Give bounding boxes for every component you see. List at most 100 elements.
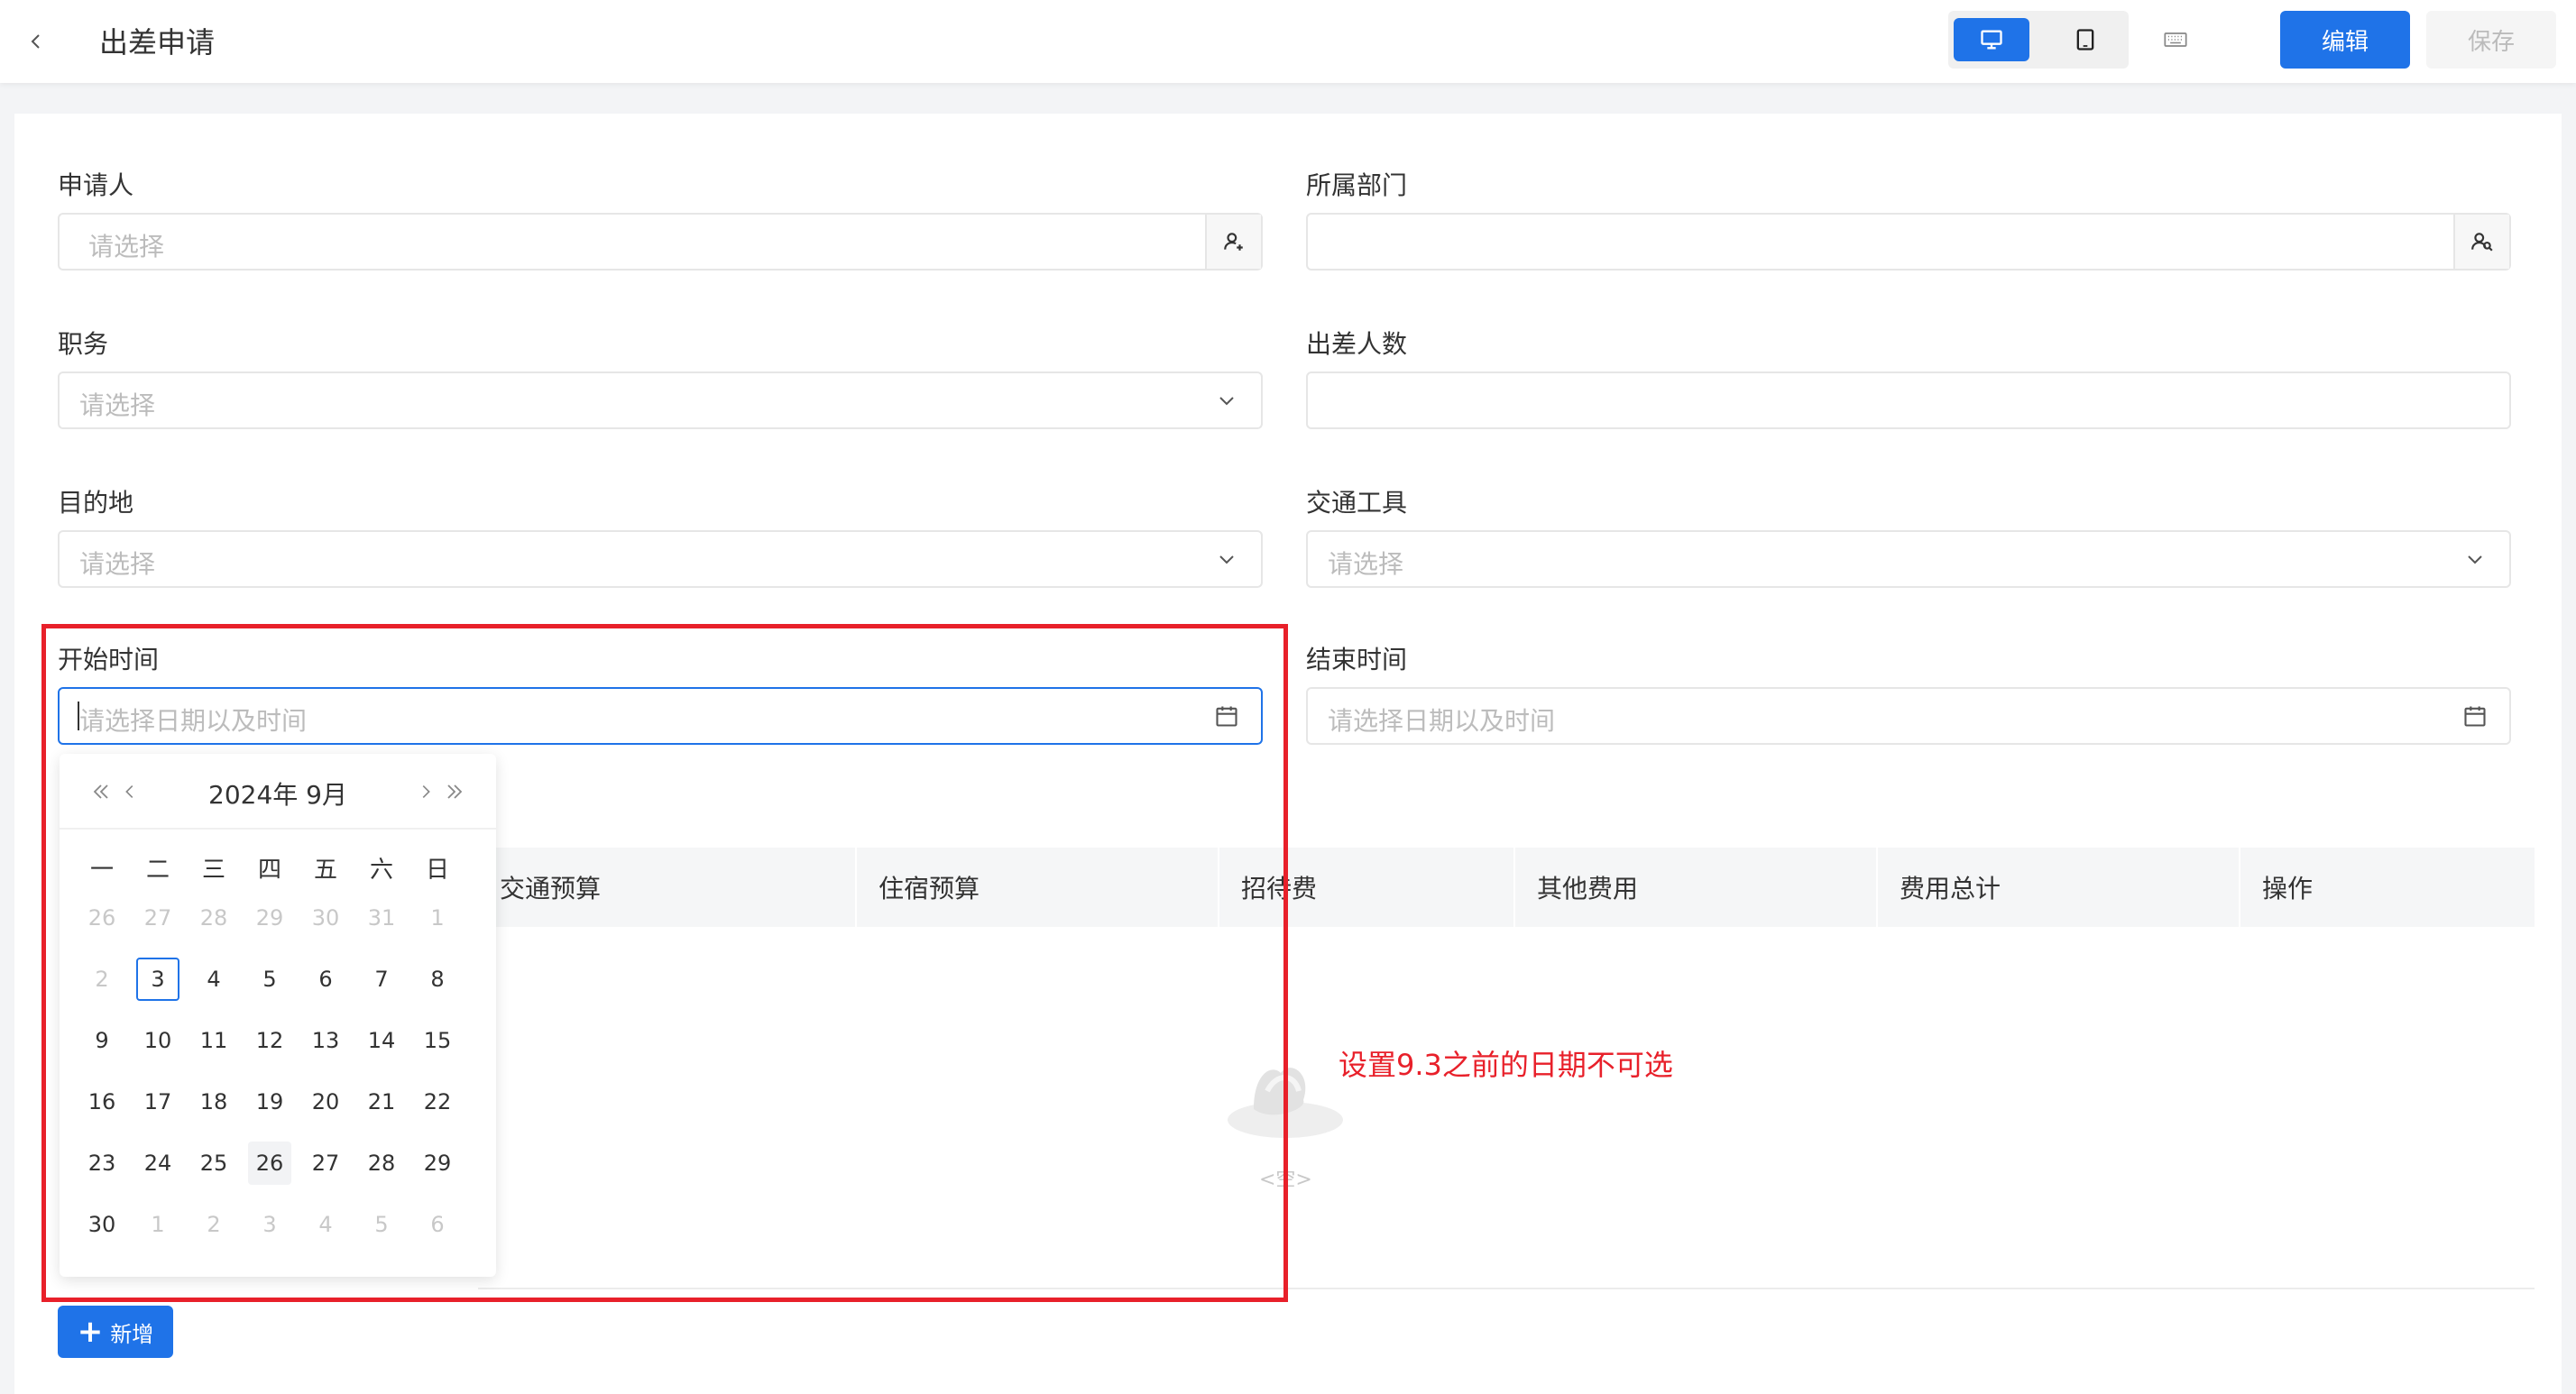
calendar-day[interactable]: 28	[360, 1142, 403, 1185]
calendar-day[interactable]: 17	[136, 1080, 179, 1123]
next-year-button[interactable]	[440, 777, 469, 806]
calendar-day[interactable]: 7	[360, 958, 403, 1001]
calendar-day-disabled: 26	[87, 905, 116, 931]
calendar-day[interactable]: 11	[192, 1019, 235, 1062]
applicant-placeholder: 请选择	[88, 232, 165, 261]
applicant-label: 申请人	[58, 170, 134, 200]
desktop-view-button[interactable]	[1954, 18, 2029, 61]
calendar-day[interactable]: 25	[192, 1142, 235, 1185]
column-header: 住宿预算	[857, 848, 1219, 927]
chevron-left-icon	[31, 34, 40, 49]
calendar-day[interactable]: 20	[304, 1080, 347, 1123]
transport-label: 交通工具	[1306, 488, 1408, 518]
calendar-day[interactable]: 29	[416, 1142, 459, 1185]
calendar-day-disabled: 2	[95, 967, 109, 992]
calendar-day[interactable]: 30	[80, 1203, 124, 1246]
tablet-view-button[interactable]	[2047, 18, 2123, 61]
calendar-weekday: 六	[369, 857, 393, 884]
destination-placeholder: 请选择	[79, 549, 156, 579]
department-field[interactable]	[1306, 213, 2511, 271]
calendar-day[interactable]: 12	[248, 1019, 291, 1062]
calendar-weekday: 日	[425, 857, 449, 884]
position-placeholder: 请选择	[79, 390, 156, 420]
calendar-day[interactable]: 18	[192, 1080, 235, 1123]
end-time-label: 结束时间	[1306, 645, 1408, 674]
page-title: 出差申请	[99, 25, 216, 60]
chevron-down-icon	[1214, 388, 1239, 413]
keyboard-icon	[2164, 32, 2187, 47]
calendar-weekday: 二	[145, 857, 170, 884]
calendar-day[interactable]: 14	[360, 1019, 403, 1062]
transport-placeholder: 请选择	[1328, 549, 1404, 579]
select-user-button[interactable]	[1205, 215, 1261, 269]
calendar-day-disabled: 27	[143, 905, 172, 931]
calendar-day[interactable]: 19	[248, 1080, 291, 1123]
calendar-day[interactable]: 6	[304, 958, 347, 1001]
users-icon	[2471, 233, 2493, 252]
destination-select[interactable]: 请选择	[58, 530, 1263, 588]
empty-box-icon	[1228, 1068, 1343, 1138]
calendar-day[interactable]: 10	[136, 1019, 179, 1062]
next-month-button[interactable]	[411, 777, 440, 806]
start-time-placeholder: 请选择日期以及时间	[79, 706, 308, 736]
start-time-label: 开始时间	[58, 645, 160, 674]
calendar-day-disabled: 6	[430, 1212, 445, 1237]
back-button[interactable]	[18, 23, 54, 60]
chevron-right-icon	[422, 784, 430, 799]
double-chevron-right-icon	[447, 784, 463, 799]
column-header: 费用总计	[1878, 848, 2240, 927]
column-header: 交通预算	[478, 848, 857, 927]
department-label: 所属部门	[1306, 170, 1408, 200]
calendar-day[interactable]: 27	[304, 1142, 347, 1185]
position-select[interactable]: 请选择	[58, 371, 1263, 429]
calendar-day[interactable]: 13	[304, 1019, 347, 1062]
add-row-button[interactable]: + 新增	[58, 1306, 173, 1358]
end-time-placeholder: 请选择日期以及时间	[1328, 706, 1556, 736]
calendar-day[interactable]: 15	[416, 1019, 459, 1062]
calendar-day[interactable]: 21	[360, 1080, 403, 1123]
table-bottom-divider	[478, 1288, 2535, 1289]
calendar-day[interactable]: 24	[136, 1142, 179, 1185]
plus-icon: +	[77, 1314, 104, 1350]
calendar-day-disabled: 1	[151, 1212, 165, 1237]
column-header: 操作	[2262, 874, 2314, 903]
save-button[interactable]: 保存	[2426, 11, 2556, 69]
calendar-day[interactable]: 22	[416, 1080, 459, 1123]
device-switcher	[1948, 11, 2129, 69]
calendar-day[interactable]: 5	[248, 958, 291, 1001]
add-row-label: 新增	[110, 1321, 154, 1347]
calendar-day-disabled: 30	[311, 905, 340, 931]
end-time-picker[interactable]: 请选择日期以及时间	[1306, 687, 2511, 745]
calendar-day-disabled: 29	[255, 905, 284, 931]
calendar-day[interactable]: 26	[248, 1142, 291, 1185]
date-picker-dropdown: 2024年 9月 一二三四五六日 26 27 28 29 30 31 1 2 3 4 5 6 7 8 9 10 1…	[60, 754, 496, 1277]
keyboard-view-button[interactable]	[2138, 18, 2213, 61]
tablet-icon	[2076, 29, 2094, 50]
calendar-weekday: 四	[257, 857, 281, 884]
calendar-day[interactable]: 16	[80, 1080, 124, 1123]
select-department-button[interactable]	[2453, 215, 2509, 269]
calendar-day[interactable]: 3	[136, 958, 179, 1001]
calendar-weekday: 五	[313, 857, 337, 884]
column-header: 招待费	[1219, 848, 1515, 927]
calendar-header: 2024年 9月	[60, 754, 496, 830]
edit-button[interactable]: 编辑	[2280, 11, 2410, 69]
empty-text: <空>	[1259, 1169, 1312, 1191]
applicant-field[interactable]: 请选择	[58, 213, 1263, 271]
position-label: 职务	[58, 329, 109, 359]
destination-label: 目的地	[58, 488, 134, 518]
calendar-icon	[2462, 703, 2488, 729]
headcount-field[interactable]	[1306, 371, 2511, 429]
calendar-day[interactable]: 8	[416, 958, 459, 1001]
calendar-day[interactable]: 23	[80, 1142, 124, 1185]
monitor-icon	[1981, 30, 2002, 50]
transport-select[interactable]: 请选择	[1306, 530, 2511, 588]
calendar-day[interactable]: 9	[80, 1019, 124, 1062]
chevron-down-icon	[2462, 546, 2488, 572]
calendar-day-disabled: 31	[367, 905, 396, 931]
calendar-day-disabled: 1	[430, 905, 445, 931]
annotation-text: 设置9.3之前的日期不可选	[1339, 1048, 1673, 1082]
start-time-picker[interactable]: 请选择日期以及时间	[58, 687, 1263, 745]
calendar-day[interactable]: 4	[192, 958, 235, 1001]
calendar-day-disabled: 4	[318, 1212, 333, 1237]
